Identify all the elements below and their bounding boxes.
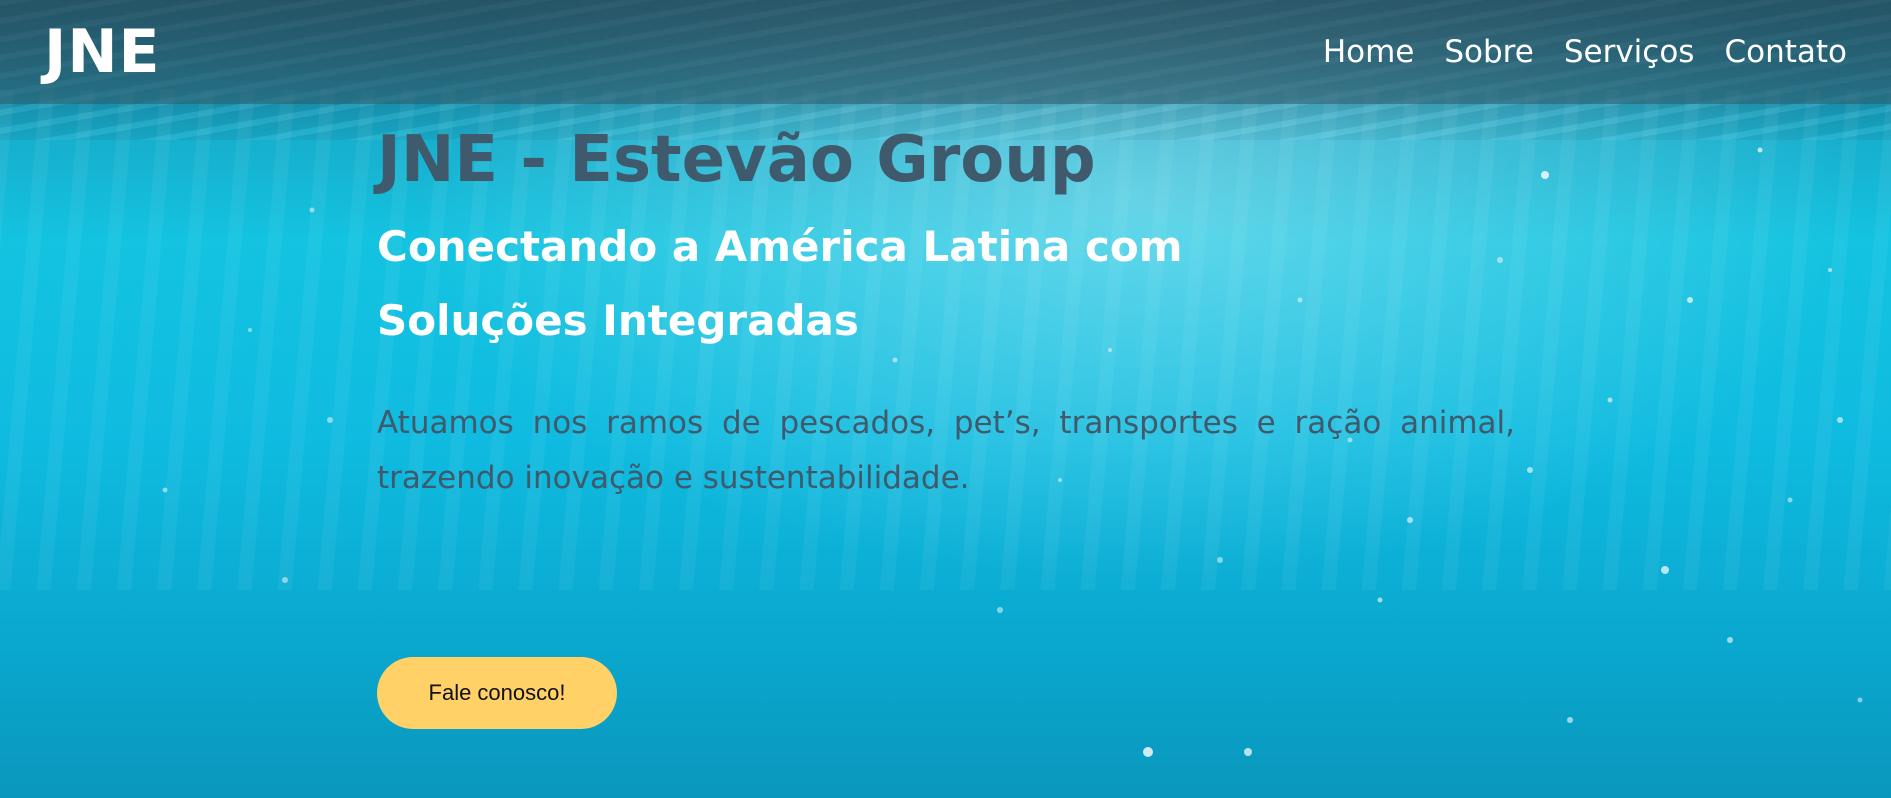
nav-link-contato[interactable]: Contato xyxy=(1724,34,1847,70)
hero-description: Atuamos nos ramos de pescados, pet’s, tr… xyxy=(377,405,1515,496)
contact-cta-button[interactable]: Fale conosco! xyxy=(377,657,617,729)
main-nav: Home Sobre Serviços Contato xyxy=(1323,34,1847,70)
hero-content: JNE - Estevão Group Conectando a América… xyxy=(377,118,1517,506)
nav-link-sobre[interactable]: Sobre xyxy=(1444,34,1533,70)
page-title: JNE - Estevão Group xyxy=(377,123,1096,197)
hero-subtitle: Conectando a América Latina com Soluções… xyxy=(377,222,1183,345)
site-logo[interactable]: JNE xyxy=(44,22,161,82)
nav-link-servicos[interactable]: Serviços xyxy=(1564,34,1695,70)
nav-link-home[interactable]: Home xyxy=(1323,34,1415,70)
top-navbar: JNE Home Sobre Serviços Contato xyxy=(0,0,1891,104)
